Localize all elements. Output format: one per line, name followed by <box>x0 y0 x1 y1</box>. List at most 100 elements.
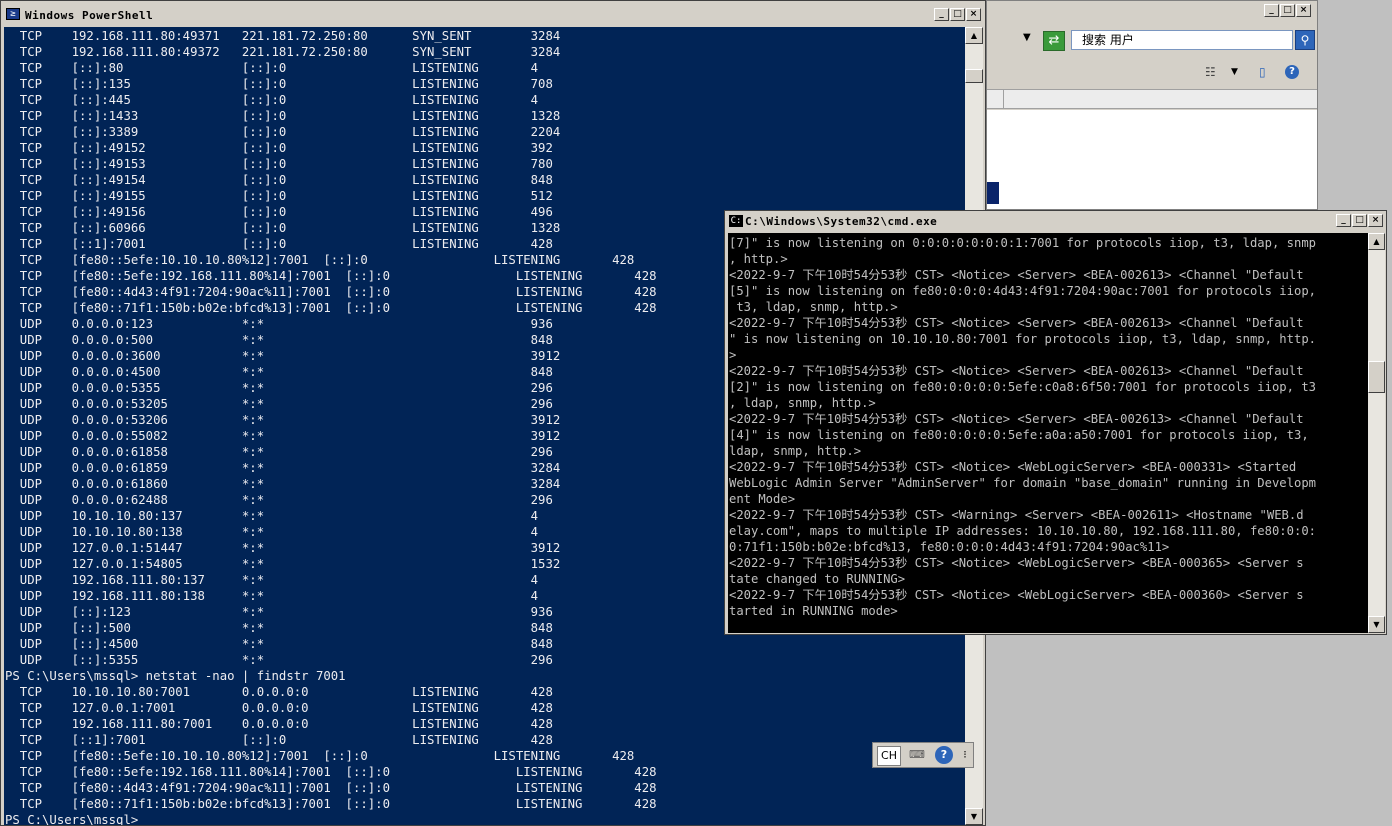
view-dropdown-icon[interactable]: ▼ <box>1231 65 1238 79</box>
cmd-close-button[interactable]: × <box>1368 214 1383 227</box>
powershell-app-icon[interactable]: ≥ <box>6 8 20 20</box>
explorer-minimize-button[interactable]: _ <box>1264 4 1279 17</box>
address-dropdown-icon[interactable]: ▼ <box>1023 32 1031 43</box>
search-input[interactable]: 搜索 用户 <box>1071 30 1293 50</box>
cmd-scroll-up-button[interactable]: ▲ <box>1368 233 1385 250</box>
console-line: UDP 192.168.111.80:137 *:* 4 <box>5 573 539 587</box>
search-icon[interactable]: ⚲ <box>1295 30 1315 50</box>
help-icon[interactable]: ? <box>1285 65 1299 79</box>
console-line: TCP [::]:49156 [::]:0 LISTENING 496 <box>5 205 553 219</box>
cmd-scrollbar[interactable]: ▲ ▼ <box>1368 233 1385 633</box>
cmd-titlebar[interactable]: C: C:\Windows\System32\cmd.exe _ □ × <box>725 211 1386 231</box>
cmd-title: C:\Windows\System32\cmd.exe <box>745 215 938 228</box>
explorer-close-button[interactable]: × <box>1296 4 1311 17</box>
console-line: TCP 192.168.111.80:49372 221.181.72.250:… <box>5 45 561 59</box>
cmd-window-controls: _ □ × <box>1336 214 1383 227</box>
cmd-app-icon[interactable]: C: <box>729 215 743 227</box>
explorer-window: _ □ × ▼ ⇄ 搜索 用户 ⚲ ☷ ▼ ▯ ? <box>986 0 1318 210</box>
console-line: TCP [fe80::5efe:192.168.111.80%14]:7001 … <box>5 765 657 779</box>
powershell-window-controls: _ □ × <box>934 8 981 21</box>
cmd-scroll-down-button[interactable]: ▼ <box>1368 616 1385 633</box>
console-line: TCP 127.0.0.1:7001 0.0.0.0:0 LISTENING 4… <box>5 701 553 715</box>
console-line: TCP [fe80::5efe:10.10.10.80%12]:7001 [::… <box>5 749 635 763</box>
keyboard-icon[interactable]: ⌨ <box>905 746 929 764</box>
console-line: UDP 0.0.0.0:53205 *:* 296 <box>5 397 553 411</box>
console-line: TCP [::]:49152 [::]:0 LISTENING 392 <box>5 141 553 155</box>
ime-help-icon[interactable]: ? <box>935 746 953 764</box>
ps-minimize-button[interactable]: _ <box>934 8 949 21</box>
console-line: UDP 127.0.0.1:51447 *:* 3912 <box>5 541 561 555</box>
console-line: elay.com", maps to multiple IP addresses… <box>729 524 1316 538</box>
console-line: UDP 10.10.10.80:138 *:* 4 <box>5 525 539 539</box>
cmd-minimize-button[interactable]: _ <box>1336 214 1351 227</box>
console-line: TCP 192.168.111.80:49371 221.181.72.250:… <box>5 29 561 43</box>
console-line: UDP [::]:500 *:* 848 <box>5 621 553 635</box>
console-line: <2022-9-7 下午10时54分53秒 CST> <Notice> <Web… <box>729 556 1304 570</box>
console-line: UDP 0.0.0.0:3600 *:* 3912 <box>5 349 561 363</box>
console-line: TCP [::]:49155 [::]:0 LISTENING 512 <box>5 189 553 203</box>
ime-options-icon[interactable]: ⁝ <box>959 746 971 764</box>
console-line: UDP 0.0.0.0:55082 *:* 3912 <box>5 429 561 443</box>
refresh-icon[interactable]: ⇄ <box>1043 31 1065 51</box>
console-line: > <box>729 348 737 362</box>
powershell-title: Windows PowerShell <box>25 9 154 22</box>
ps-close-button[interactable]: × <box>966 8 981 21</box>
file-list-pane[interactable] <box>987 110 1317 209</box>
console-line: UDP 0.0.0.0:61859 *:* 3284 <box>5 461 561 475</box>
console-line: TCP [fe80::4d43:4f91:7204:90ac%11]:7001 … <box>5 781 657 795</box>
console-line: TCP [fe80::71f1:150b:b02e:bfcd%13]:7001 … <box>5 301 657 315</box>
console-line: TCP [fe80::4d43:4f91:7204:90ac%11]:7001 … <box>5 285 657 299</box>
console-line: <2022-9-7 下午10时54分53秒 CST> <Warning> <Se… <box>729 508 1304 522</box>
console-line: [7]" is now listening on 0:0:0:0:0:0:0:1… <box>729 236 1316 250</box>
console-line: " is now listening on 10.10.10.80:7001 f… <box>729 332 1316 346</box>
console-line: TCP [::]:445 [::]:0 LISTENING 4 <box>5 93 539 107</box>
console-line: TCP [fe80::5efe:10.10.10.80%12]:7001 [::… <box>5 253 635 267</box>
console-line: TCP 10.10.10.80:7001 0.0.0.0:0 LISTENING… <box>5 685 553 699</box>
console-line: TCP [::]:60966 [::]:0 LISTENING 1328 <box>5 221 561 235</box>
console-line: WebLogic Admin Server "AdminServer" for … <box>729 476 1316 490</box>
cmd-console[interactable]: [7]" is now listening on 0:0:0:0:0:0:0:1… <box>728 233 1368 633</box>
console-line: UDP 0.0.0.0:123 *:* 936 <box>5 317 553 331</box>
console-line: PS C:\Users\mssql> netstat -nao | findst… <box>5 669 346 683</box>
console-line: ent Mode> <box>729 492 796 506</box>
console-line: UDP [::]:4500 *:* 848 <box>5 637 553 651</box>
console-line: UDP [::]:5355 *:* 296 <box>5 653 553 667</box>
console-line: UDP 0.0.0.0:61860 *:* 3284 <box>5 477 561 491</box>
console-line: 0:71f1:150b:b02e:bfcd%13, fe80:0:0:0:4d4… <box>729 540 1170 554</box>
explorer-maximize-button[interactable]: □ <box>1280 4 1295 17</box>
console-line: TCP [::]:49154 [::]:0 LISTENING 848 <box>5 173 553 187</box>
ime-language-button[interactable]: CH <box>877 746 901 766</box>
preview-pane-icon[interactable]: ▯ <box>1259 65 1266 79</box>
view-options-icon[interactable]: ☷ <box>1205 65 1216 79</box>
console-line: UDP 127.0.0.1:54805 *:* 1532 <box>5 557 561 571</box>
selected-item[interactable] <box>987 182 999 204</box>
console-line: UDP 0.0.0.0:62488 *:* 296 <box>5 493 553 507</box>
ps-maximize-button[interactable]: □ <box>950 8 965 21</box>
console-line: TCP [::1]:7001 [::]:0 LISTENING 428 <box>5 733 553 747</box>
column-header[interactable] <box>987 89 1317 109</box>
console-line: TCP 192.168.111.80:7001 0.0.0.0:0 LISTEN… <box>5 717 553 731</box>
ps-scroll-down-button[interactable]: ▼ <box>965 808 983 825</box>
console-line: UDP 0.0.0.0:4500 *:* 848 <box>5 365 553 379</box>
console-line: TCP [::]:3389 [::]:0 LISTENING 2204 <box>5 125 561 139</box>
console-line: TCP [fe80::71f1:150b:b02e:bfcd%13]:7001 … <box>5 797 657 811</box>
console-line: UDP 192.168.111.80:138 *:* 4 <box>5 589 539 603</box>
console-line: <2022-9-7 下午10时54分53秒 CST> <Notice> <Ser… <box>729 412 1304 426</box>
console-line: TCP [fe80::5efe:192.168.111.80%14]:7001 … <box>5 269 657 283</box>
console-line: UDP 10.10.10.80:137 *:* 4 <box>5 509 539 523</box>
console-line: <2022-9-7 下午10时54分53秒 CST> <Notice> <Ser… <box>729 364 1304 378</box>
cmd-maximize-button[interactable]: □ <box>1352 214 1367 227</box>
console-line: TCP [::]:1433 [::]:0 LISTENING 1328 <box>5 109 561 123</box>
ps-scroll-thumb[interactable] <box>965 69 983 83</box>
console-line: [5]" is now listening on fe80:0:0:0:4d43… <box>729 284 1316 298</box>
console-line: UDP 0.0.0.0:61858 *:* 296 <box>5 445 553 459</box>
console-line: TCP [::1]:7001 [::]:0 LISTENING 428 <box>5 237 553 251</box>
console-line: <2022-9-7 下午10时54分53秒 CST> <Notice> <Web… <box>729 588 1304 602</box>
console-line: UDP [::]:123 *:* 936 <box>5 605 553 619</box>
powershell-titlebar[interactable]: ≥ Windows PowerShell _ □ × <box>1 1 985 27</box>
explorer-window-controls: _ □ × <box>1264 4 1311 17</box>
cmd-window: C: C:\Windows\System32\cmd.exe _ □ × [7]… <box>724 210 1387 635</box>
cmd-scroll-thumb[interactable] <box>1368 361 1385 393</box>
ps-scroll-up-button[interactable]: ▲ <box>965 27 983 44</box>
console-line: UDP 0.0.0.0:5355 *:* 296 <box>5 381 553 395</box>
